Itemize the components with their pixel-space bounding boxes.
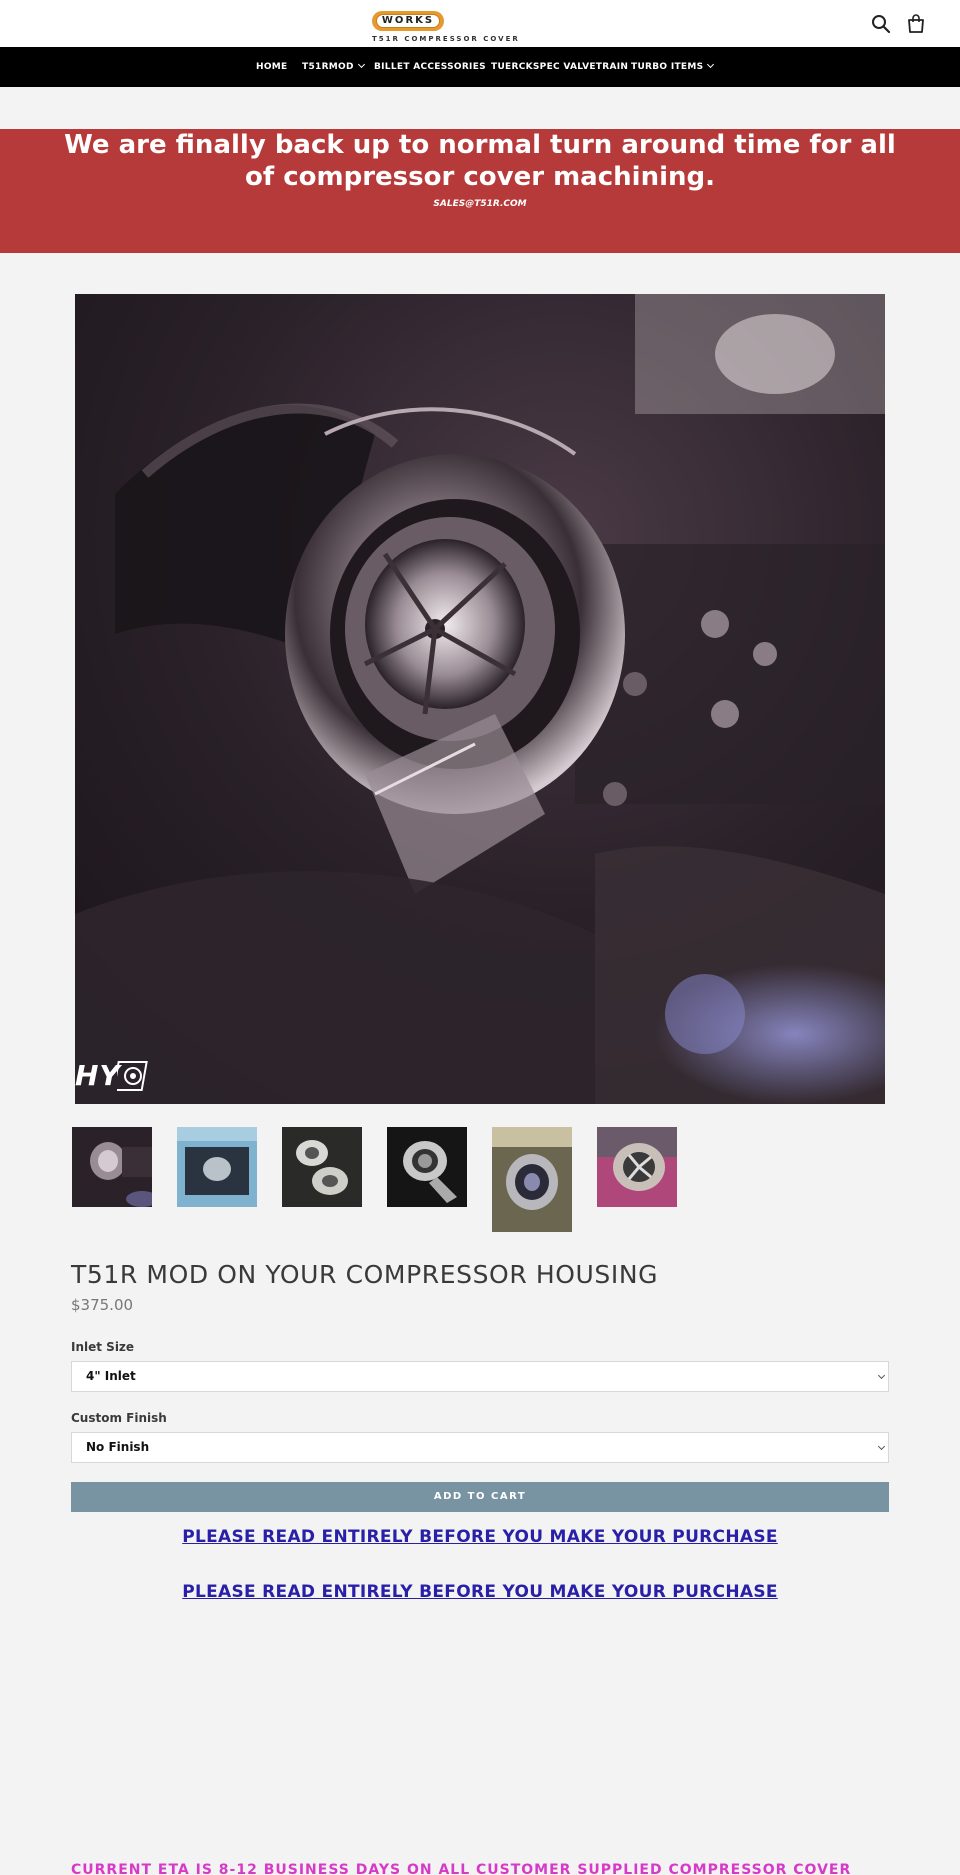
- announcement-email-link[interactable]: SALES@T51R.COM: [0, 199, 960, 209]
- logo-badge: WORKS: [372, 11, 444, 31]
- custom-finish-label: Custom Finish: [71, 1411, 167, 1425]
- logo-text: WORKS: [376, 14, 440, 28]
- product-main-image[interactable]: HY: [75, 294, 885, 1104]
- watermark-wheel-icon: [117, 1061, 148, 1091]
- chevron-down-icon: [357, 60, 365, 69]
- nav-item-tuerckspec-valvetrain[interactable]: TUERCKSPEC VALVETRAIN: [491, 47, 628, 87]
- bag-icon[interactable]: [905, 13, 927, 35]
- inlet-size-select[interactable]: 4" Inlet: [71, 1361, 889, 1392]
- chevron-down-icon: [877, 1442, 886, 1451]
- site-logo[interactable]: WORKS T51R COMPRESSOR COVER: [372, 10, 518, 46]
- nav-item-billet-accessories[interactable]: BILLET ACCESSORIES: [374, 47, 486, 87]
- logo-subtitle: T51R COMPRESSOR COVER: [372, 35, 520, 43]
- nav-label: BILLET ACCESSORIES: [374, 62, 486, 72]
- product-price: $375.00: [71, 1296, 134, 1314]
- product-thumbnail-2[interactable]: [177, 1127, 257, 1207]
- product-thumbnail-5[interactable]: [492, 1127, 572, 1232]
- add-to-cart-button[interactable]: ADD TO CART: [71, 1482, 889, 1512]
- product-title: T51R MOD ON YOUR COMPRESSOR HOUSING: [71, 1260, 659, 1289]
- chevron-down-icon: [877, 1371, 886, 1380]
- product-thumbnail-6[interactable]: [597, 1127, 677, 1207]
- custom-finish-select[interactable]: No Finish: [71, 1432, 889, 1463]
- product-thumbnail-4[interactable]: [387, 1127, 467, 1207]
- nav-item-turbo-items[interactable]: TURBO ITEMS: [631, 47, 715, 87]
- read-notice-link-2[interactable]: PLEASE READ ENTIRELY BEFORE YOU MAKE YOU…: [0, 1582, 960, 1602]
- nav-item-home[interactable]: HOME: [256, 47, 288, 87]
- image-watermark: HY: [75, 1059, 121, 1092]
- nav-label: TURBO ITEMS: [631, 62, 704, 72]
- chevron-down-icon: [707, 60, 715, 69]
- announcement-title: We are finally back up to normal turn ar…: [64, 130, 896, 192]
- custom-finish-value: No Finish: [86, 1440, 150, 1454]
- inlet-size-label: Inlet Size: [71, 1340, 135, 1354]
- nav-label: HOME: [256, 62, 288, 72]
- main-nav: HOME T51RMOD BILLET ACCESSORIES TUERCKSP…: [0, 47, 960, 87]
- announcement-banner: We are finally back up to normal turn ar…: [0, 129, 960, 253]
- nav-item-t51rmod[interactable]: T51RMOD: [302, 47, 365, 87]
- inlet-size-value: 4" Inlet: [86, 1369, 136, 1383]
- product-thumbnail-3[interactable]: [282, 1127, 362, 1207]
- product-thumbnail-1[interactable]: [72, 1127, 152, 1207]
- eta-notice: CURRENT ETA IS 8-12 BUSINESS DAYS ON ALL…: [71, 1862, 852, 1875]
- site-header: WORKS T51R COMPRESSOR COVER: [0, 0, 960, 47]
- nav-label: TUERCKSPEC VALVETRAIN: [491, 62, 629, 72]
- nav-label: T51RMOD: [302, 62, 354, 72]
- search-icon[interactable]: [870, 13, 892, 35]
- read-notice-link-1[interactable]: PLEASE READ ENTIRELY BEFORE YOU MAKE YOU…: [0, 1527, 960, 1547]
